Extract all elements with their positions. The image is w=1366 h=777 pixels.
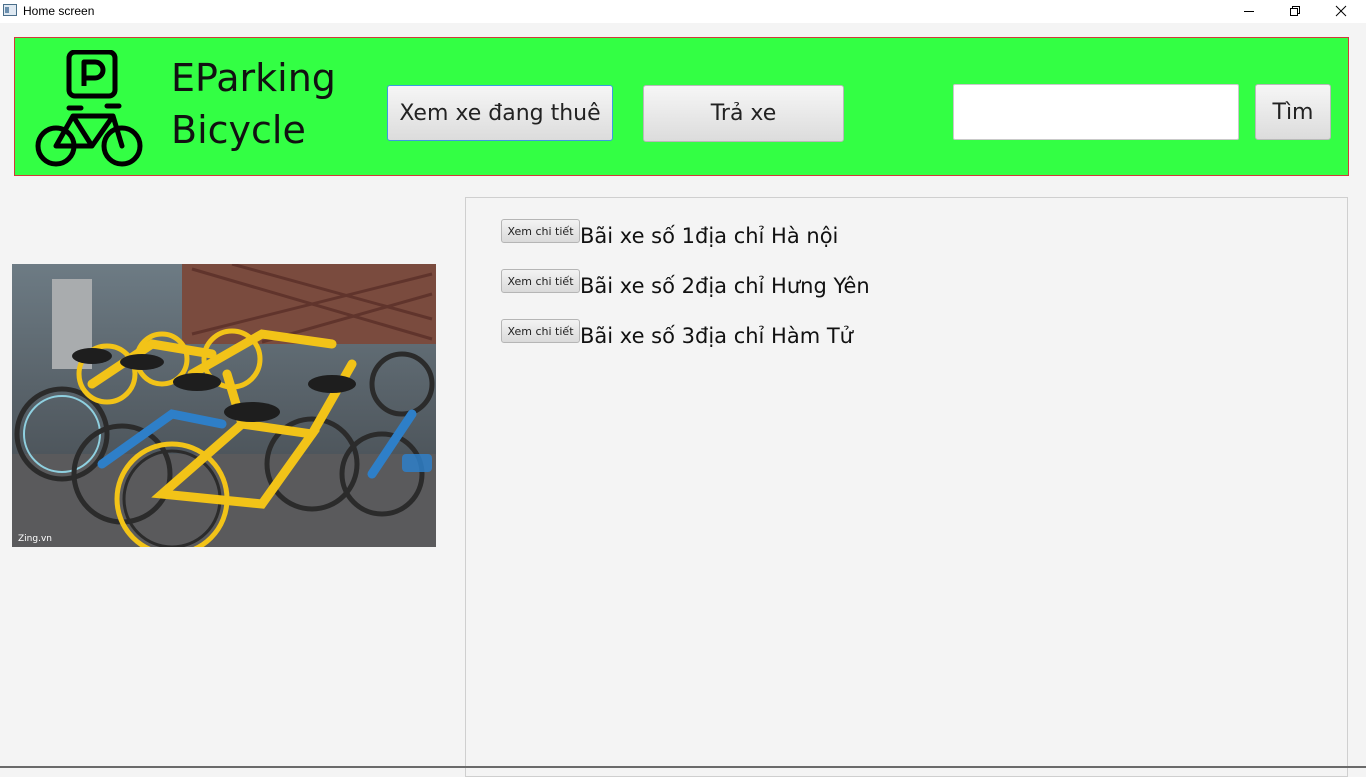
list-item: Xem chi tiết Bãi xe số 2địa chỉ Hưng Yên	[501, 269, 870, 299]
close-button[interactable]	[1318, 0, 1364, 22]
parking-lot-label: Bãi xe số 3địa chỉ Hàm Tử	[580, 324, 853, 348]
search-button[interactable]: Tìm	[1255, 84, 1331, 140]
parking-lot-list-panel: Xem chi tiết Bãi xe số 1địa chỉ Hà nội X…	[465, 197, 1348, 777]
view-rented-bikes-button[interactable]: Xem xe đang thuê	[387, 85, 613, 141]
close-icon	[1335, 5, 1347, 17]
window-title: Home screen	[23, 4, 95, 18]
minimize-icon	[1244, 11, 1254, 12]
bicycles-photo: Zing.vn	[12, 264, 436, 547]
search-input[interactable]	[953, 84, 1239, 140]
parking-lot-label: Bãi xe số 1địa chỉ Hà nội	[580, 224, 839, 248]
brand-line-2: Bicycle	[171, 108, 306, 152]
brand-line-1: EParking	[171, 56, 336, 100]
app-header: EParking Bicycle Xem xe đang thuê Trả xe…	[14, 37, 1349, 176]
minimize-button[interactable]	[1226, 0, 1272, 22]
app-icon	[3, 4, 17, 16]
brand-name: EParking Bicycle	[171, 52, 336, 156]
parking-lot-label: Bãi xe số 2địa chỉ Hưng Yên	[580, 274, 870, 298]
list-item: Xem chi tiết Bãi xe số 1địa chỉ Hà nội	[501, 219, 838, 249]
photo-watermark: Zing.vn	[18, 534, 52, 544]
return-bike-button[interactable]: Trả xe	[643, 85, 844, 142]
view-detail-button[interactable]: Xem chi tiết	[501, 219, 580, 243]
restore-button[interactable]	[1272, 0, 1318, 22]
view-detail-button[interactable]: Xem chi tiết	[501, 319, 580, 343]
restore-icon	[1290, 6, 1300, 16]
parking-bicycle-logo-icon	[35, 50, 143, 167]
view-detail-button[interactable]: Xem chi tiết	[501, 269, 580, 293]
list-item: Xem chi tiết Bãi xe số 3địa chỉ Hàm Tử	[501, 319, 853, 349]
window-titlebar: Home screen	[0, 0, 1366, 23]
